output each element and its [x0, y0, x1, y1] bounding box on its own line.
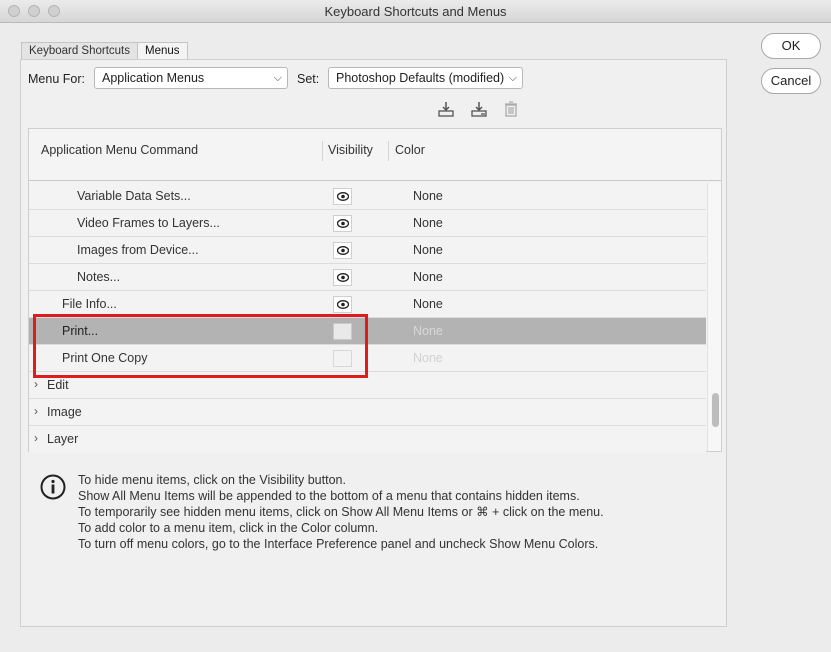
- command-name: Notes...: [77, 270, 121, 284]
- table-row[interactable]: Variable Data Sets... None: [29, 183, 706, 210]
- command-name: Layer: [47, 432, 79, 446]
- info-line: To add color to a menu item, click in th…: [78, 521, 379, 535]
- chevron-right-icon[interactable]: ›: [34, 377, 38, 391]
- scrollbar-thumb[interactable]: [712, 393, 719, 427]
- command-name: Image: [47, 405, 82, 419]
- menu-group-row[interactable]: › Image: [29, 399, 706, 426]
- window-title: Keyboard Shortcuts and Menus: [324, 4, 507, 19]
- minimize-window-button[interactable]: [28, 5, 40, 17]
- vertical-scrollbar[interactable]: [707, 183, 721, 451]
- set-label: Set:: [297, 72, 320, 86]
- info-line: To temporarily see hidden menu items, cl…: [78, 505, 604, 519]
- info-line: To hide menu items, click on the Visibil…: [78, 473, 346, 487]
- color-value[interactable]: None: [413, 351, 443, 365]
- column-divider: [322, 141, 323, 161]
- save-set-icon[interactable]: [437, 100, 455, 118]
- title-bar: Keyboard Shortcuts and Menus: [0, 0, 831, 23]
- info-text-block: To hide menu items, click on the Visibil…: [78, 472, 604, 552]
- column-header-command[interactable]: Application Menu Command: [41, 143, 198, 157]
- visibility-toggle[interactable]: [333, 215, 352, 232]
- set-select[interactable]: Photoshop Defaults (modified) ⌵: [328, 67, 523, 89]
- color-value[interactable]: None: [413, 216, 443, 230]
- highlight-annotation-box: [33, 314, 368, 378]
- command-name: Edit: [47, 378, 69, 392]
- info-line: To turn off menu colors, go to the Inter…: [78, 537, 599, 551]
- tab-keyboard-shortcuts[interactable]: Keyboard Shortcuts: [21, 42, 139, 60]
- visibility-toggle[interactable]: [333, 188, 352, 205]
- table-row[interactable]: Notes... None: [29, 264, 706, 291]
- eye-icon: [337, 246, 349, 255]
- visibility-toggle[interactable]: [333, 242, 352, 259]
- color-value[interactable]: None: [413, 270, 443, 284]
- color-value[interactable]: None: [413, 297, 443, 311]
- command-name: File Info...: [62, 297, 117, 311]
- command-name: Variable Data Sets...: [77, 189, 191, 203]
- save-set-as-icon[interactable]: [470, 100, 488, 118]
- menu-for-select[interactable]: Application Menus ⌵: [94, 67, 288, 89]
- command-name: Video Frames to Layers...: [77, 216, 220, 230]
- color-value[interactable]: None: [413, 243, 443, 257]
- eye-icon: [337, 219, 349, 228]
- set-value: Photoshop Defaults (modified): [336, 71, 505, 85]
- info-icon: [40, 474, 66, 500]
- tab-menus[interactable]: Menus: [137, 42, 188, 60]
- cancel-button[interactable]: Cancel: [761, 68, 821, 94]
- color-value[interactable]: None: [413, 189, 443, 203]
- delete-set-icon[interactable]: [502, 100, 520, 118]
- column-header-color[interactable]: Color: [395, 143, 425, 157]
- menu-for-value: Application Menus: [102, 71, 205, 85]
- menu-command-table: Application Menu Command Visibility Colo…: [28, 128, 722, 453]
- close-window-button[interactable]: [8, 5, 20, 17]
- menu-group-row[interactable]: › Layer: [29, 426, 706, 453]
- column-header-visibility[interactable]: Visibility: [328, 143, 373, 157]
- eye-icon: [337, 300, 349, 309]
- tab-bar: Keyboard Shortcuts Menus: [21, 42, 188, 60]
- chevron-down-icon: ⌵: [273, 72, 282, 84]
- eye-icon: [337, 273, 349, 282]
- visibility-toggle[interactable]: [333, 296, 352, 313]
- eye-icon: [337, 192, 349, 201]
- command-name: Images from Device...: [77, 243, 199, 257]
- color-value[interactable]: None: [413, 324, 443, 338]
- chevron-down-icon: ⌵: [508, 72, 517, 84]
- info-line: Show All Menu Items will be appended to …: [78, 489, 580, 503]
- zoom-window-button[interactable]: [48, 5, 60, 17]
- chevron-right-icon[interactable]: ›: [34, 404, 38, 418]
- column-divider: [388, 141, 389, 161]
- table-row[interactable]: Images from Device... None: [29, 237, 706, 264]
- chevron-right-icon[interactable]: ›: [34, 431, 38, 445]
- visibility-toggle[interactable]: [333, 269, 352, 286]
- table-row[interactable]: Video Frames to Layers... None: [29, 210, 706, 237]
- table-header: Application Menu Command Visibility Colo…: [29, 129, 721, 181]
- ok-button[interactable]: OK: [761, 33, 821, 59]
- menu-for-label: Menu For:: [28, 72, 85, 86]
